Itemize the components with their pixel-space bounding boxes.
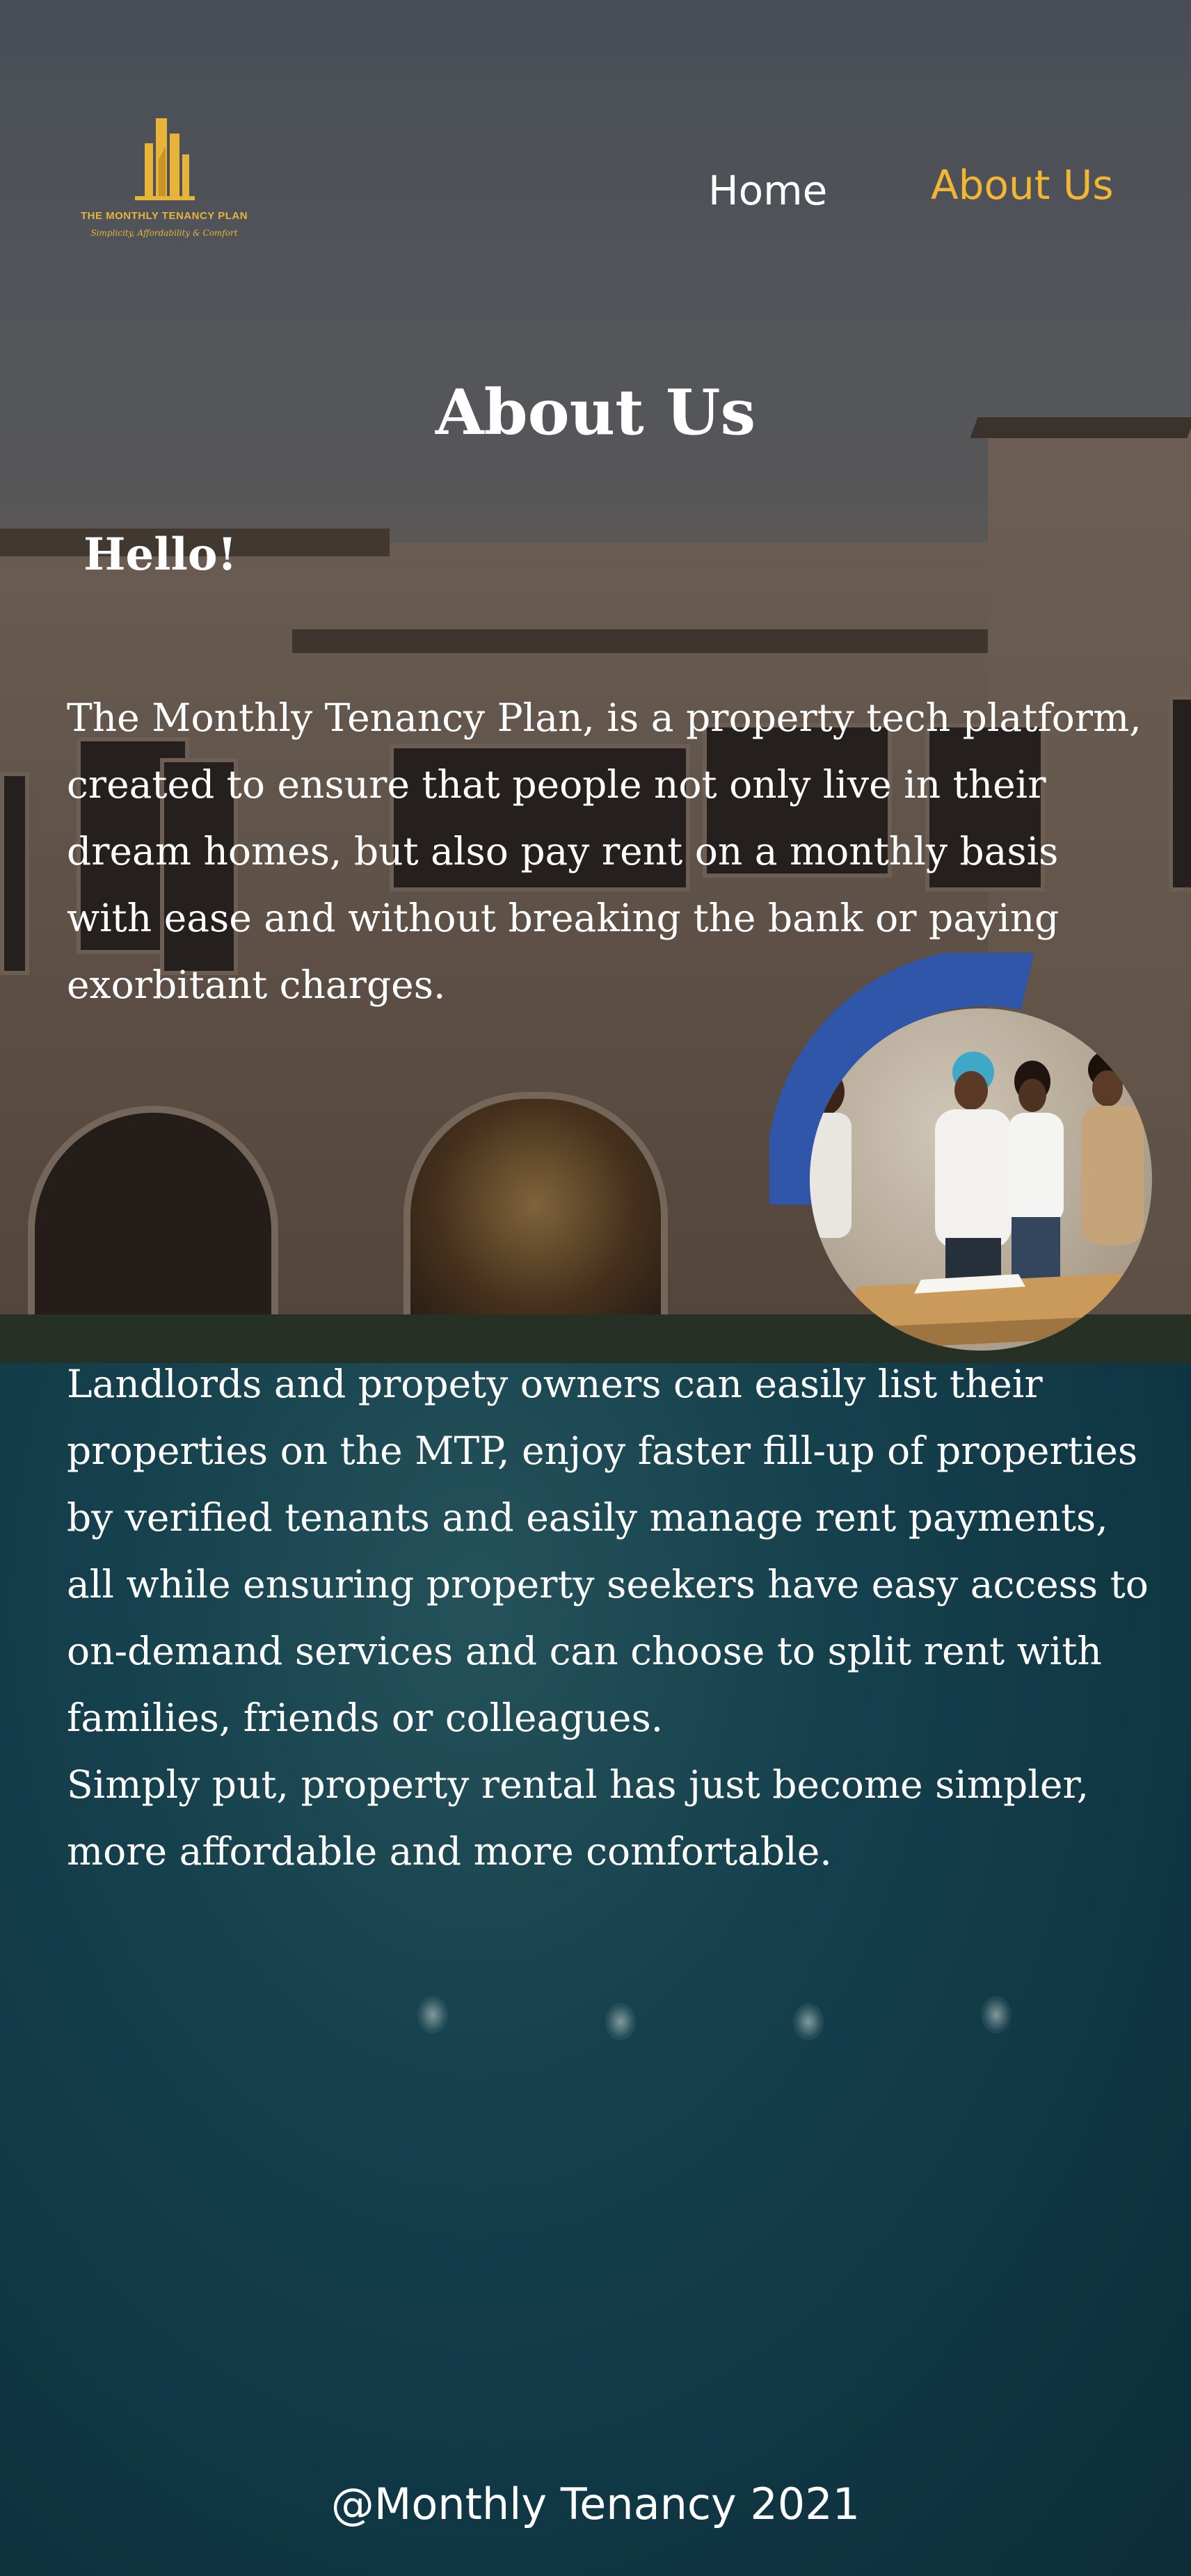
main-nav: Home About Us: [0, 161, 1191, 217]
brand-tagline: Simplicity, Affordability & Comfort: [90, 228, 238, 238]
people-at-table-illustration: [810, 1050, 1152, 1351]
greeting-heading: Hello!: [83, 529, 237, 581]
team-photo-frame: [769, 953, 1187, 1356]
team-photo: [810, 1008, 1152, 1351]
landlords-paragraph: Landlords and propety owners can easily …: [67, 1351, 1152, 1885]
nav-home-link[interactable]: Home: [708, 167, 827, 214]
landlords-text: Landlords and propety owners can easily …: [67, 1362, 1149, 1740]
summary-text: Simply put, property rental has just bec…: [67, 1762, 1089, 1874]
nav-about-us-link[interactable]: About Us: [931, 161, 1114, 209]
page-title: About Us: [435, 376, 756, 449]
footer-copyright: @Monthly Tenancy 2021: [330, 2479, 861, 2529]
